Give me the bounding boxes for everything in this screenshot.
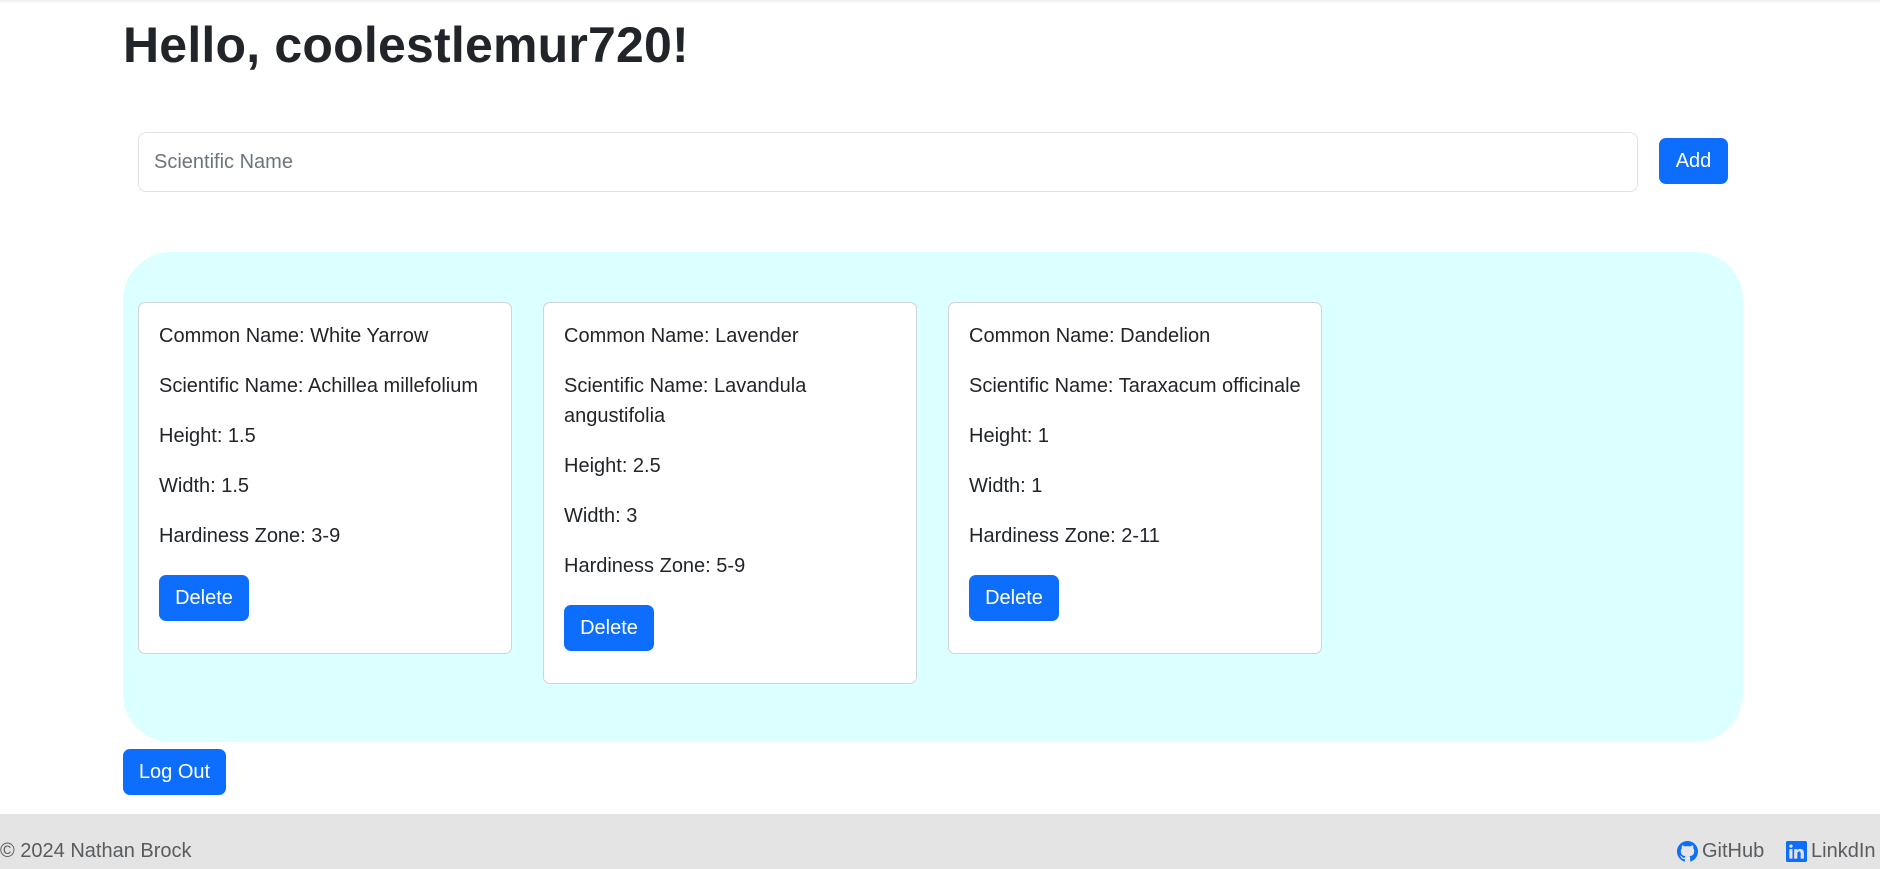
page: Hello, coolestlemur720! Add Common Name:… xyxy=(0,0,1880,869)
common-name: Common Name: Lavender xyxy=(564,325,799,347)
delete-button[interactable]: Delete xyxy=(159,575,249,621)
top-border xyxy=(0,0,1880,2)
height: Height: 1 xyxy=(969,425,1050,447)
common-name: Common Name: White Yarrow xyxy=(159,325,429,347)
add-button[interactable]: Add xyxy=(1659,138,1728,184)
hardiness-zone: Hardiness Zone: 3-9 xyxy=(159,525,341,547)
common-name: Common Name: Dandelion xyxy=(969,325,1211,347)
hardiness-zone: Hardiness Zone: 2-11 xyxy=(969,525,1160,547)
scientific-name: Scientific Name: Achillea millefolium xyxy=(159,375,479,397)
scientific-name: Scientific Name: Taraxacum officinale xyxy=(969,375,1301,397)
linkedin-link[interactable]: LinkdIn xyxy=(1786,837,1876,865)
scientific-name-input[interactable] xyxy=(138,132,1638,192)
height: Height: 2.5 xyxy=(564,455,661,477)
width: Width: 1.5 xyxy=(159,475,250,497)
hardiness-zone: Hardiness Zone: 5-9 xyxy=(564,555,746,577)
plant-card: Common Name: Lavender Scientific Name: L… xyxy=(543,302,917,684)
footer xyxy=(0,814,1880,869)
plant-card: Common Name: Dandelion Scientific Name: … xyxy=(948,302,1322,654)
github-link[interactable]: GitHub xyxy=(1677,837,1764,865)
width: Width: 1 xyxy=(969,475,1043,497)
github-label: GitHub xyxy=(1702,840,1765,862)
scientific-name: Scientific Name: Lavandula angustifolia xyxy=(564,375,807,427)
plant-card: Common Name: White Yarrow Scientific Nam… xyxy=(138,302,512,654)
linkedin-icon xyxy=(1786,840,1807,862)
linkedin-label: LinkdIn xyxy=(1811,840,1876,862)
height: Height: 1.5 xyxy=(159,425,256,447)
delete-button[interactable]: Delete xyxy=(969,575,1059,621)
width: Width: 3 xyxy=(564,505,638,527)
logout-button[interactable]: Log Out xyxy=(123,749,226,795)
copyright: © 2024 Nathan Brock xyxy=(0,840,192,862)
delete-button[interactable]: Delete xyxy=(564,605,654,651)
page-title: Hello, coolestlemur720! xyxy=(123,17,689,73)
github-icon xyxy=(1677,840,1698,862)
